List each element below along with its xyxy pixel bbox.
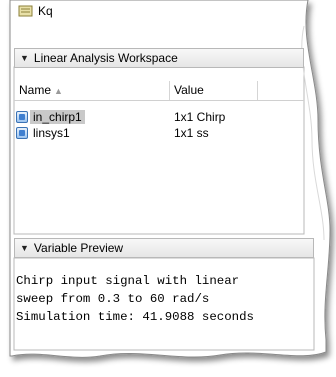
workspace-table-header: Name ▲ Value: [14, 81, 304, 101]
collapse-triangle-icon[interactable]: ▼: [20, 53, 29, 63]
workspace-item-kq[interactable]: Kq: [18, 4, 53, 18]
workspace-item-label: Kq: [38, 4, 53, 18]
workspace-browser-panel: Kq ▼ Linear Analysis Workspace Name ▲ Val…: [0, 0, 336, 377]
workspace-section-title: Linear Analysis Workspace: [33, 51, 178, 65]
column-divider[interactable]: [257, 81, 258, 100]
variable-icon: [16, 111, 28, 123]
preview-line: Simulation time: 41.9088 seconds: [16, 310, 254, 324]
column-header-value[interactable]: Value: [174, 83, 204, 97]
collapse-triangle-icon[interactable]: ▼: [20, 243, 29, 253]
table-row[interactable]: in_chirp1 1x1 Chirp: [14, 109, 304, 125]
variable-preview-text: Chirp input signal with linear sweep from…: [16, 272, 254, 326]
table-row[interactable]: linsys1 1x1 ss: [14, 125, 304, 141]
workspace-item-icon: [18, 4, 34, 18]
workspace-section-header[interactable]: ▼ Linear Analysis Workspace: [14, 48, 304, 68]
preview-line: Chirp input signal with linear: [16, 274, 240, 288]
preview-section-title: Variable Preview: [33, 241, 124, 255]
variable-icon: [16, 127, 28, 139]
preview-section-header[interactable]: ▼ Variable Preview: [14, 238, 314, 258]
sort-ascending-icon: ▲: [54, 86, 63, 96]
preview-line: sweep from 0.3 to 60 rad/s: [16, 292, 210, 306]
row-name: linsys1: [33, 126, 70, 140]
row-value: 1x1 ss: [174, 126, 209, 140]
row-name: in_chirp1: [30, 110, 85, 124]
column-header-name[interactable]: Name ▲: [19, 83, 63, 97]
column-divider[interactable]: [169, 81, 170, 100]
row-value: 1x1 Chirp: [174, 110, 226, 124]
